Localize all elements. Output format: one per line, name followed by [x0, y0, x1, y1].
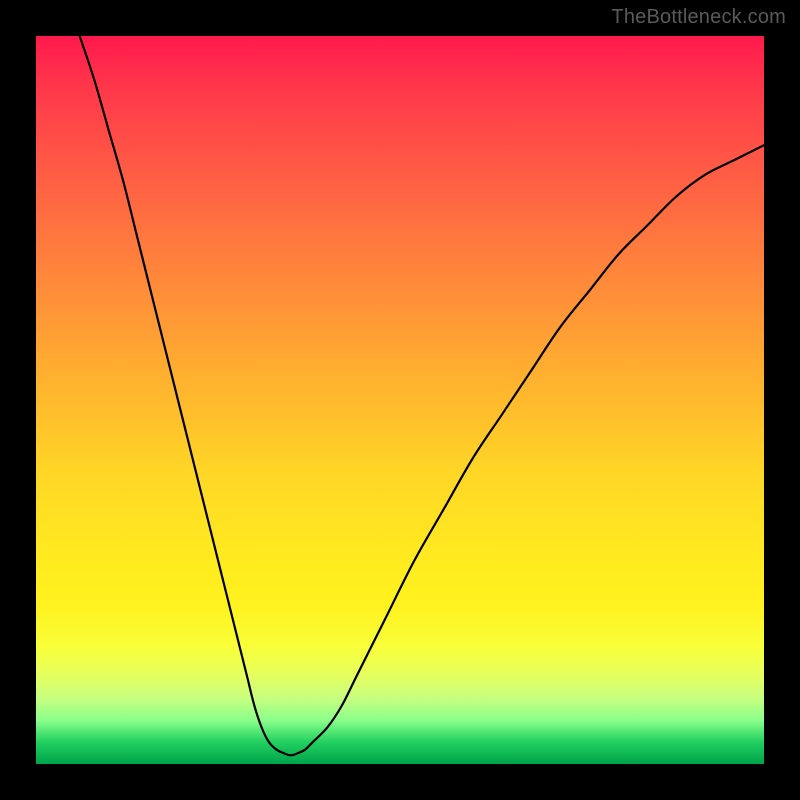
bead	[372, 595, 378, 612]
watermark-text: TheBottleneck.com	[611, 6, 786, 29]
bead	[263, 734, 272, 749]
plot-svg	[36, 36, 764, 764]
plot-area	[36, 36, 764, 764]
bead	[308, 732, 321, 745]
curve-beads	[212, 537, 377, 756]
chart-stage: TheBottleneck.com	[0, 0, 800, 800]
bead	[362, 624, 368, 641]
bead	[352, 654, 358, 671]
v-curve	[80, 36, 764, 755]
